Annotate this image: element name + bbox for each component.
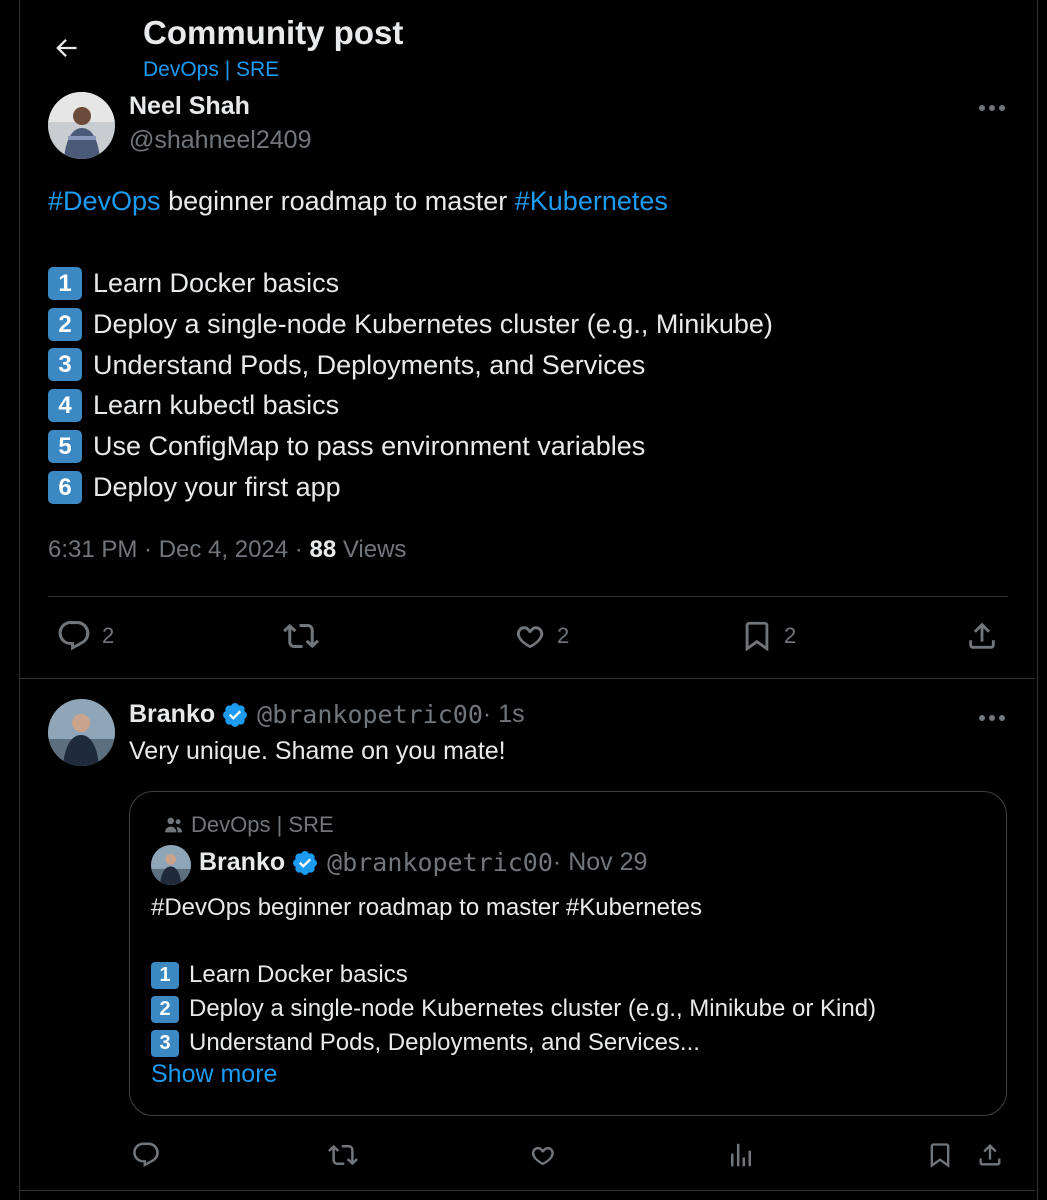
- avatar[interactable]: [48, 699, 115, 766]
- keycap-number-icon: 5: [48, 430, 82, 464]
- quote-author-handle: @brankopetric00: [327, 848, 553, 877]
- quote-intro: #DevOps beginner roadmap to master #Kube…: [151, 894, 702, 921]
- divider: [48, 596, 1008, 597]
- list-item: 2 Deploy a single-node Kubernetes cluster…: [151, 992, 876, 1026]
- list-item: 1 Learn Docker basics: [48, 263, 773, 304]
- reply-text: Very unique. Shame on you mate!: [129, 737, 506, 765]
- community-link[interactable]: DevOps | SRE: [143, 58, 279, 82]
- bookmark-button[interactable]: [926, 1140, 954, 1170]
- list-item: 6 Deploy your first app: [48, 467, 773, 508]
- list-item: 2 Deploy a single-node Kubernetes cluster…: [48, 304, 773, 345]
- quote-header: Branko @brankopetric00 · Nov 29: [199, 848, 647, 877]
- list-item-text: Understand Pods, Deployments, and Servic…: [93, 349, 646, 380]
- hashtag-link[interactable]: #Kubernetes: [515, 186, 668, 216]
- author-name[interactable]: Neel Shah: [129, 92, 250, 121]
- views-label: Views: [336, 536, 407, 563]
- avatar: [151, 845, 191, 885]
- views-button[interactable]: [726, 1140, 756, 1170]
- repost-button[interactable]: [328, 1140, 358, 1170]
- post-meta: 6:31 PM · Dec 4, 2024 · 88 Views: [48, 536, 406, 564]
- post-timestamp[interactable]: 6:31 PM · Dec 4, 2024 ·: [48, 536, 309, 563]
- bookmark-button[interactable]: 2: [740, 618, 796, 654]
- list-item-text: Deploy a single-node Kubernetes cluster …: [93, 308, 773, 339]
- quote-author-name: Branko: [199, 848, 286, 876]
- list-item: 1 Learn Docker basics: [151, 958, 876, 992]
- bookmark-icon: [930, 1143, 950, 1168]
- keycap-number-icon: 1: [151, 961, 179, 989]
- keycap-number-icon: 6: [48, 470, 82, 504]
- keycap-number-icon: 2: [48, 307, 82, 341]
- page-title: Community post: [143, 14, 404, 51]
- list-item: 4 Learn kubectl basics: [48, 385, 773, 426]
- keycap-number-icon: 4: [48, 389, 82, 423]
- more-options-icon[interactable]: [972, 92, 1012, 124]
- show-more-link[interactable]: Show more: [151, 1060, 277, 1089]
- list-item-text: Learn Docker basics: [189, 961, 408, 988]
- list-item-text: Learn Docker basics: [93, 267, 340, 298]
- divider: [20, 678, 1035, 679]
- like-count: 2: [557, 623, 570, 648]
- list-item-text: Learn kubectl basics: [93, 390, 340, 421]
- share-icon: [979, 1144, 1001, 1166]
- repost-button[interactable]: [283, 618, 319, 654]
- share-button[interactable]: [976, 1140, 1004, 1170]
- quote-community-label: DevOps | SRE: [191, 812, 334, 837]
- roadmap-list: 1 Learn Docker basics 2 Deploy a single-no…: [48, 263, 773, 508]
- views-count: 88: [309, 536, 337, 563]
- list-item-text: Deploy a single-node Kubernetes cluster …: [189, 995, 877, 1022]
- back-arrow-icon[interactable]: [44, 26, 88, 70]
- post-intro-text: beginner roadmap to master: [160, 186, 515, 216]
- divider: [20, 1190, 1035, 1191]
- verified-badge-icon: [221, 701, 249, 729]
- list-item: 3 Understand Pods, Deployments, and Servi…: [48, 345, 773, 386]
- reply-header: Branko @brankopetric00 · 1s: [129, 700, 525, 729]
- reply-count: 2: [102, 623, 115, 648]
- avatar[interactable]: [48, 92, 115, 159]
- more-options-icon[interactable]: [972, 702, 1012, 734]
- repost-icon: [328, 1144, 358, 1166]
- bookmark-icon: [745, 621, 769, 652]
- keycap-number-icon: 3: [48, 348, 82, 382]
- bookmark-count: 2: [784, 623, 797, 648]
- author-handle[interactable]: @shahneel2409: [129, 126, 311, 155]
- reply-button[interactable]: [131, 1140, 161, 1170]
- list-item-text: Deploy your first app: [93, 471, 341, 502]
- list-item: 5 Use ConfigMap to pass environment varia…: [48, 426, 773, 467]
- share-icon: [969, 622, 995, 649]
- hashtag-link[interactable]: #DevOps: [48, 186, 161, 216]
- heart-icon: [516, 626, 544, 649]
- like-button[interactable]: [527, 1140, 557, 1170]
- author-name[interactable]: Branko: [129, 700, 215, 729]
- author-handle[interactable]: @brankopetric00: [257, 700, 483, 729]
- verified-badge-icon: [291, 849, 319, 877]
- like-button[interactable]: 2: [511, 618, 569, 654]
- post-intro: #DevOps beginner roadmap to master #Kube…: [48, 181, 668, 222]
- list-item: 3 Understand Pods, Deployments, and Servi…: [151, 1026, 876, 1060]
- community-icon: [165, 817, 183, 833]
- list-item-text: Understand Pods, Deployments, and Servic…: [189, 1029, 700, 1056]
- quote-list: 1 Learn Docker basics 2 Deploy a single-no…: [151, 958, 876, 1060]
- quote-date: · Nov 29: [552, 848, 648, 876]
- heart-icon: [531, 1146, 554, 1166]
- share-button[interactable]: [965, 618, 999, 654]
- reply-icon: [58, 621, 90, 651]
- analytics-icon: [731, 1143, 751, 1167]
- quote-community[interactable]: DevOps | SRE: [164, 812, 334, 838]
- repost-icon: [283, 623, 319, 649]
- reply-icon: [133, 1142, 159, 1167]
- keycap-number-icon: 2: [151, 995, 179, 1023]
- keycap-number-icon: 3: [151, 1029, 179, 1057]
- list-item-text: Use ConfigMap to pass environment variab…: [93, 431, 646, 462]
- keycap-number-icon: 1: [48, 266, 82, 300]
- reply-button[interactable]: 2: [56, 618, 114, 654]
- reply-time[interactable]: · 1s: [483, 700, 525, 729]
